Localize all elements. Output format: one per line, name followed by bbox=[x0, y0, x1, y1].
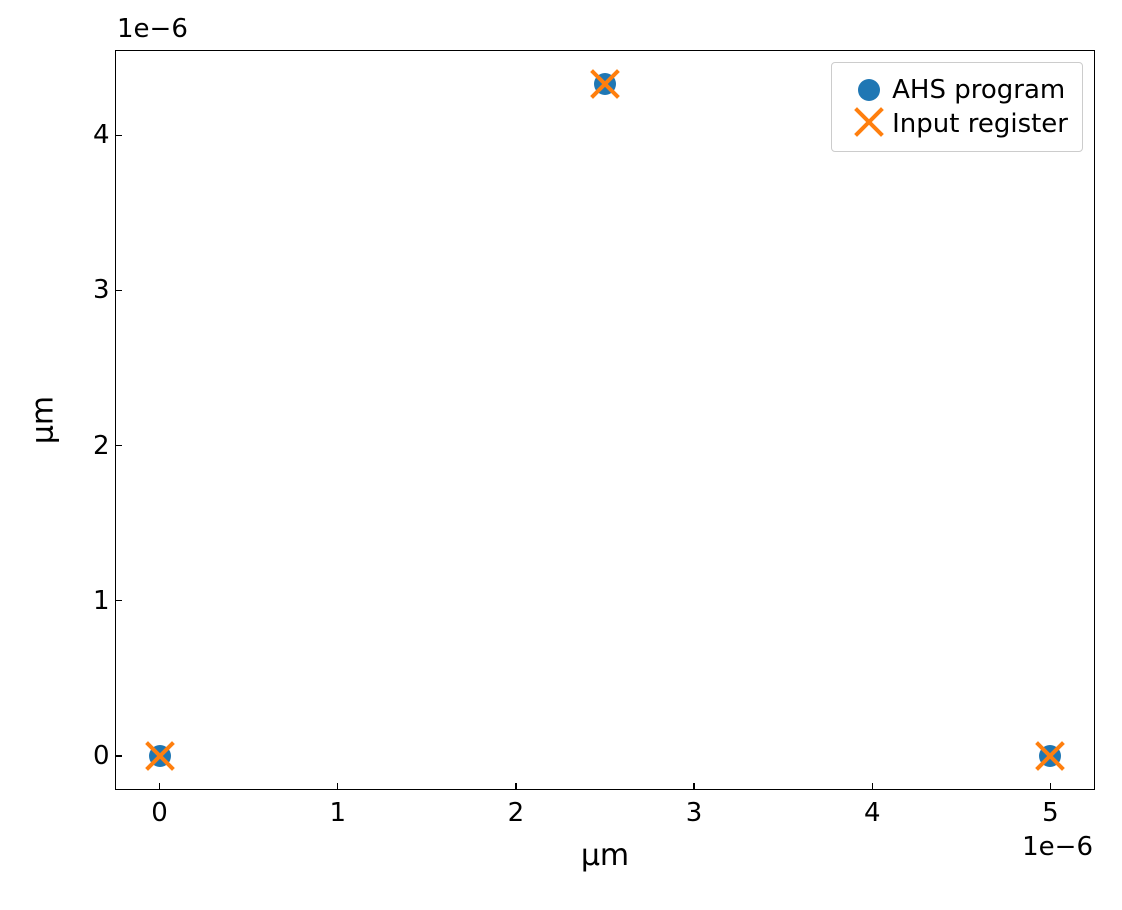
x-tick-mark bbox=[693, 783, 695, 790]
cross-marker-icon bbox=[1035, 741, 1065, 771]
circle-marker-icon bbox=[858, 79, 880, 101]
x-tick-mark bbox=[515, 783, 517, 790]
legend-item-input-register: Input register bbox=[846, 107, 1068, 141]
x-tick-mark bbox=[1050, 783, 1052, 790]
legend-marker-cross-icon bbox=[846, 107, 892, 141]
x-tick-label: 1 bbox=[329, 798, 346, 828]
y-tick-mark bbox=[115, 755, 122, 757]
x-tick-label: 4 bbox=[864, 798, 881, 828]
x-tick-mark bbox=[872, 783, 874, 790]
y-axis-label: µm bbox=[26, 396, 61, 444]
y-tick-mark bbox=[115, 135, 122, 137]
y-tick-label: 4 bbox=[93, 120, 110, 150]
y-tick-label: 2 bbox=[93, 431, 110, 461]
legend-label: AHS program bbox=[892, 75, 1065, 105]
y-tick-mark bbox=[115, 445, 122, 447]
y-tick-mark bbox=[115, 600, 122, 602]
y-tick-label: 1 bbox=[93, 586, 110, 616]
x-axis-label: µm bbox=[581, 838, 629, 873]
legend-box: AHS program Input register bbox=[831, 62, 1083, 152]
legend-item-ahs-program: AHS program bbox=[846, 73, 1068, 107]
y-tick-mark bbox=[115, 290, 122, 292]
x-tick-mark bbox=[337, 783, 339, 790]
cross-marker-icon bbox=[854, 107, 884, 141]
y-tick-label: 0 bbox=[93, 741, 110, 771]
x-tick-mark bbox=[159, 783, 161, 790]
y-axis-offset-text: 1e−6 bbox=[117, 14, 188, 44]
x-tick-label: 5 bbox=[1042, 798, 1059, 828]
axes-frame bbox=[115, 50, 1095, 790]
x-tick-label: 0 bbox=[151, 798, 168, 828]
y-tick-label: 3 bbox=[93, 275, 110, 305]
x-axis-offset-text: 1e−6 bbox=[1022, 832, 1093, 862]
x-tick-label: 3 bbox=[686, 798, 703, 828]
legend-marker-circle-icon bbox=[846, 79, 892, 101]
cross-marker-icon bbox=[145, 741, 175, 771]
cross-marker-icon bbox=[590, 69, 620, 99]
x-tick-label: 2 bbox=[508, 798, 525, 828]
legend-label: Input register bbox=[892, 109, 1068, 139]
chart-figure: 0 1 2 3 4 5 0 1 2 3 4 1e−6 1e−6 µm µm AHS program … bbox=[0, 0, 1122, 910]
